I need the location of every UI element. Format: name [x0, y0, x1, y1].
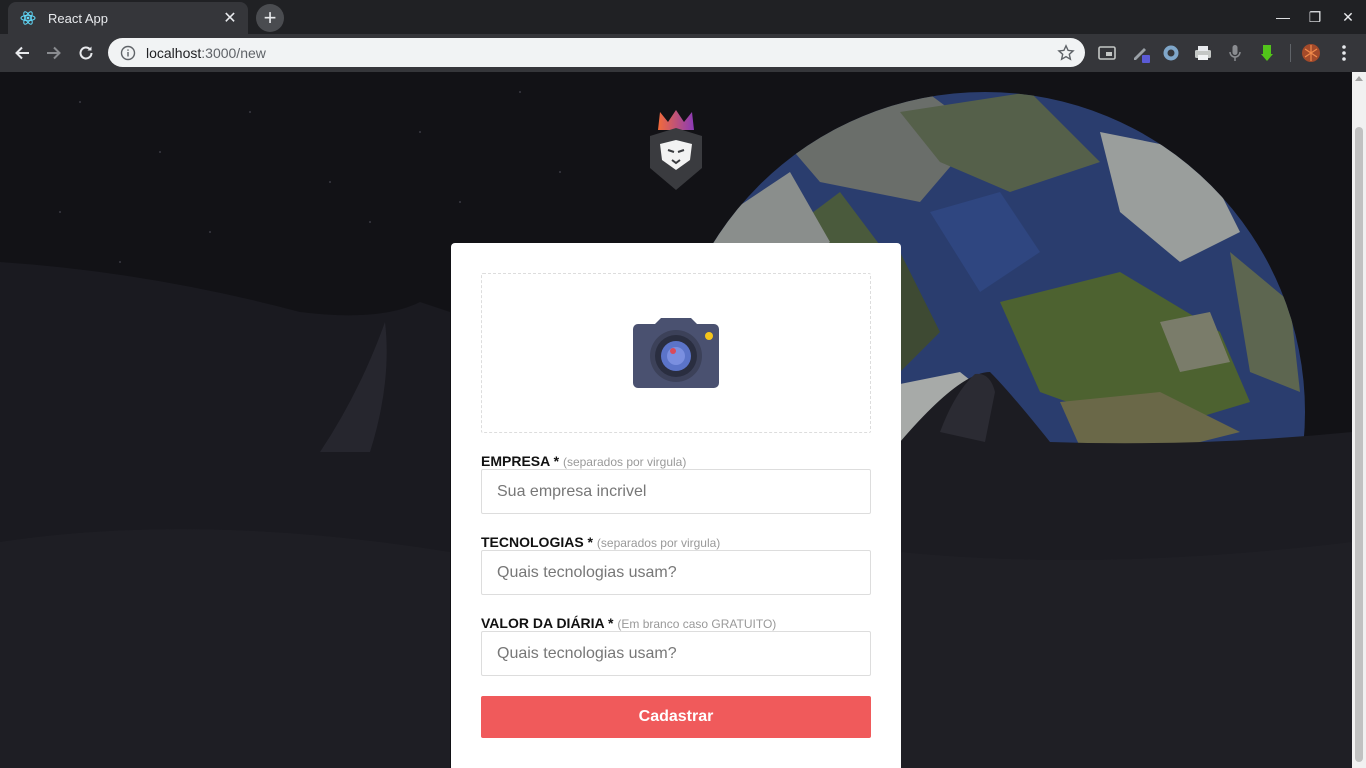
- price-field: VALOR DA DIÁRIA * (Em branco caso GRATUI…: [481, 615, 871, 676]
- tab-close-icon[interactable]: ✕: [222, 8, 238, 28]
- techs-input[interactable]: [481, 550, 871, 595]
- new-tab-button[interactable]: +: [256, 4, 284, 32]
- price-input[interactable]: [481, 631, 871, 676]
- window-minimize-button[interactable]: —: [1273, 6, 1293, 28]
- page-viewport: EMPRESA * (separados por virgula) TECNOL…: [0, 72, 1352, 768]
- price-label-text: VALOR DA DIÁRIA *: [481, 615, 614, 631]
- new-spot-form: EMPRESA * (separados por virgula) TECNOL…: [451, 243, 901, 768]
- react-icon: [20, 10, 36, 26]
- company-field: EMPRESA * (separados por virgula): [481, 453, 871, 514]
- microphone-icon[interactable]: [1225, 43, 1245, 63]
- lion-logo-icon: [650, 110, 702, 190]
- download-extension-icon[interactable]: [1257, 43, 1277, 63]
- techs-hint: (separados por virgula): [596, 536, 721, 550]
- window-maximize-button[interactable]: ❐: [1305, 6, 1325, 28]
- star-icon[interactable]: [1057, 43, 1075, 62]
- info-icon[interactable]: [120, 45, 136, 61]
- page-scrollbar[interactable]: [1352, 72, 1366, 768]
- techs-label: TECNOLOGIAS * (separados por virgula): [481, 534, 871, 550]
- printer-extension-icon[interactable]: [1193, 43, 1213, 63]
- techs-label-text: TECNOLOGIAS *: [481, 534, 594, 550]
- window-close-button[interactable]: ✕: [1338, 6, 1358, 28]
- scroll-up-arrow-icon[interactable]: [1355, 76, 1363, 81]
- cast-icon[interactable]: [1097, 43, 1117, 63]
- techs-field: TECNOLOGIAS * (separados por virgula): [481, 534, 871, 595]
- company-label-text: EMPRESA *: [481, 453, 560, 469]
- profile-avatar-icon[interactable]: [1301, 43, 1321, 63]
- url-host: localhost: [146, 44, 202, 61]
- toolbar-separator: [1290, 44, 1291, 62]
- reload-icon[interactable]: [74, 41, 98, 65]
- tab-title: React App: [48, 10, 108, 26]
- camera-icon: [633, 318, 719, 388]
- url-text[interactable]: localhost:3000/new: [146, 45, 1057, 61]
- browser-tab[interactable]: React App ✕: [8, 2, 248, 34]
- company-hint: (separados por virgula): [562, 455, 687, 469]
- kebab-menu-icon[interactable]: [1334, 43, 1354, 63]
- url-path: :3000/new: [201, 44, 266, 61]
- company-input[interactable]: [481, 469, 871, 514]
- circle-extension-icon[interactable]: [1161, 43, 1181, 63]
- forward-arrow-icon[interactable]: [42, 41, 66, 65]
- back-arrow-icon[interactable]: [10, 41, 34, 65]
- submit-button[interactable]: Cadastrar: [481, 696, 871, 738]
- price-hint: (Em branco caso GRATUITO): [617, 617, 777, 631]
- scrollbar-thumb[interactable]: [1355, 127, 1363, 762]
- address-bar[interactable]: localhost:3000/new: [108, 38, 1085, 67]
- company-label: EMPRESA * (separados por virgula): [481, 453, 871, 469]
- thumbnail-upload[interactable]: [481, 273, 871, 433]
- price-label: VALOR DA DIÁRIA * (Em branco caso GRATUI…: [481, 615, 871, 631]
- browser-tabbar: React App ✕ + — ❐ ✕: [0, 0, 1366, 34]
- pen-extension-icon[interactable]: [1131, 43, 1151, 63]
- browser-toolbar: localhost:3000/new: [0, 34, 1366, 72]
